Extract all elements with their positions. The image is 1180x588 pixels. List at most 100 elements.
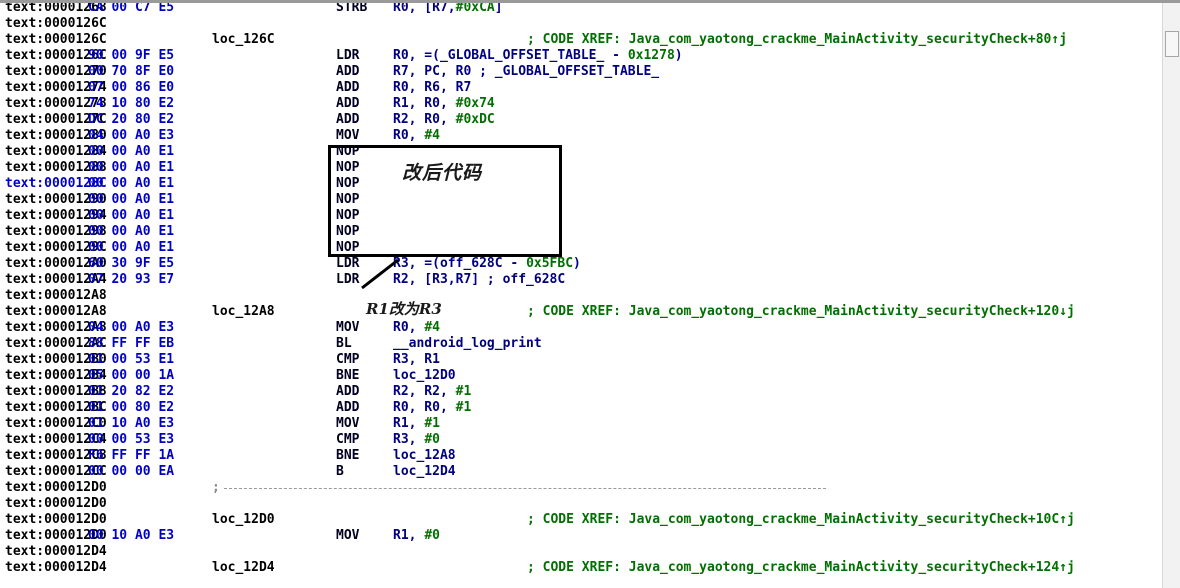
disasm-line[interactable]: text:000012C4 00 00 53 E3 CMP R3, #0 bbox=[0, 432, 1162, 448]
line-opcode-bytes: 04 00 A0 E3 bbox=[88, 128, 175, 143]
disasm-line[interactable]: text:000012A8 loc_12A8 ; CODE XREF: Java_c… bbox=[0, 304, 1162, 320]
operand-text: R0, bbox=[393, 128, 425, 143]
operand-immediate: 0x5FBC bbox=[526, 256, 574, 271]
line-opcode-bytes: DC 20 80 E2 bbox=[88, 112, 175, 127]
disasm-line[interactable]: text:00001278 74 10 80 E2 ADD R1, R0, #0x74 bbox=[0, 96, 1162, 112]
operand-text: R0, [R7, bbox=[393, 3, 456, 15]
disasm-line[interactable]: text:000012A8 bbox=[0, 288, 1162, 304]
disasm-line[interactable]: text:000012D0 00 10 A0 E3 MOV R1, #0 bbox=[0, 528, 1162, 544]
operand-text: R3, bbox=[393, 432, 425, 447]
xref-comment[interactable]: ; CODE XREF: Java_com_yaotong_crackme_Ma… bbox=[527, 32, 1067, 48]
disasm-line[interactable]: text:000012A4 07 20 93 E7 LDR R2, [R3,R7] ;… bbox=[0, 272, 1162, 288]
disasm-line[interactable]: text:0000126C bbox=[0, 16, 1162, 32]
nop-block-annotation-label: 改后代码 bbox=[402, 162, 483, 184]
line-opcode-bytes: 00 00 A0 E1 bbox=[88, 192, 175, 207]
line-address: text:000012A8 bbox=[5, 288, 107, 303]
code-label[interactable]: loc_12A8 bbox=[212, 304, 275, 320]
disasm-line[interactable]: text:00001280 04 00 A0 E3 MOV R0, #4 bbox=[0, 128, 1162, 144]
disasm-line[interactable]: text:000012A8 04 00 A0 E3 MOV R0, #4 bbox=[0, 320, 1162, 336]
disasm-line[interactable]: text:00001298 00 00 A0 E1 NOP bbox=[0, 224, 1162, 240]
operand-text: R0, bbox=[393, 320, 425, 335]
instruction-operands: R2, R0, #0xDC bbox=[393, 112, 495, 128]
disasm-line[interactable]: text:000012B0 01 00 53 E1 CMP R3, R1 bbox=[0, 352, 1162, 368]
disasm-line[interactable]: text:00001288 00 00 A0 E1 NOP bbox=[0, 160, 1162, 176]
vertical-scrollbar-track[interactable] bbox=[1162, 3, 1180, 588]
line-address: text:0000126C bbox=[5, 16, 107, 31]
vertical-scrollbar-thumb[interactable] bbox=[1165, 31, 1179, 57]
line-opcode-bytes: 07 20 93 E7 bbox=[88, 272, 175, 287]
disasm-line[interactable]: text:000012D0 bbox=[0, 496, 1162, 512]
disasm-line[interactable]: text:000012D4 loc_12D4 ; CODE XREF: Java_c… bbox=[0, 560, 1162, 576]
disasm-line[interactable]: text:000012D0; bbox=[0, 480, 1162, 496]
line-opcode-bytes: 00 00 00 EA bbox=[88, 464, 175, 479]
instruction-operands: R1, #1 bbox=[393, 416, 440, 432]
instruction-operands: R0, =(_GLOBAL_OFFSET_TABLE_ - 0x1278) bbox=[393, 48, 683, 64]
disasm-line[interactable]: text:000012B4 05 00 00 1A BNE loc_12D0 bbox=[0, 368, 1162, 384]
disasm-line[interactable]: text:0000126C 90 00 9F E5 LDR R0, =(_GLOBAL… bbox=[0, 48, 1162, 64]
instruction-mnemonic: BNE bbox=[336, 368, 360, 383]
disasm-line[interactable]: text:0000128C 00 00 A0 E1 NOP bbox=[0, 176, 1162, 192]
code-label[interactable]: loc_12D4 bbox=[212, 560, 275, 576]
code-label[interactable]: loc_126C bbox=[212, 32, 275, 48]
disasm-line[interactable]: text:0000129C 00 00 A0 E1 NOP bbox=[0, 240, 1162, 256]
disasm-line[interactable]: text:000012C8 F6 FF FF 1A BNE loc_12A8 bbox=[0, 448, 1162, 464]
disasm-line[interactable]: text:0000127C DC 20 80 E2 ADD R2, R0, #0xDC bbox=[0, 112, 1162, 128]
disasm-line[interactable]: text:00001274 07 00 86 E0 ADD R0, R6, R7 bbox=[0, 80, 1162, 96]
disasm-line[interactable]: text:0000126C loc_126C ; CODE XREF: Java_c… bbox=[0, 32, 1162, 48]
instruction-mnemonic: BNE bbox=[336, 448, 360, 463]
operand-immediate: #1 bbox=[455, 400, 472, 415]
instruction-mnemonic: NOP bbox=[336, 192, 360, 207]
instruction-mnemonic: ADD bbox=[336, 400, 360, 415]
disasm-line[interactable]: text:000012CC 00 00 00 EA Bloc_12D4 bbox=[0, 464, 1162, 480]
disasm-line[interactable]: text:00001268 CA 00 C7 E5 STRB R0, [R7,#0xC… bbox=[0, 3, 1162, 16]
line-opcode-bytes: F6 FF FF 1A bbox=[88, 448, 175, 463]
disasm-line[interactable]: text:00001284 00 00 A0 E1 NOP bbox=[0, 144, 1162, 160]
disasm-line[interactable]: text:000012D0 loc_12D0 ; CODE XREF: Java_c… bbox=[0, 512, 1162, 528]
disasm-line[interactable]: text:00001270 00 70 8F E0 ADD R7, PC, R0 ; … bbox=[0, 64, 1162, 80]
xref-comment[interactable]: ; CODE XREF: Java_com_yaotong_crackme_Ma… bbox=[527, 560, 1075, 576]
line-opcode-bytes: 07 00 86 E0 bbox=[88, 80, 175, 95]
instruction-operands: __android_log_print bbox=[393, 336, 542, 352]
disasm-line[interactable]: text:000012AC 88 FF FF EB BL __android_log_… bbox=[0, 336, 1162, 352]
line-opcode-bytes: 60 30 9F E5 bbox=[88, 256, 175, 271]
operand-text: R0, R6, R7 bbox=[393, 80, 472, 95]
operand-immediate: #0x74 bbox=[455, 96, 495, 111]
disasm-line[interactable]: text:000012C0 01 10 A0 E3 MOV R1, #1 bbox=[0, 416, 1162, 432]
instruction-operands: R2, R2, #1 bbox=[393, 384, 471, 400]
instruction-operands: R3, #0 bbox=[393, 432, 440, 448]
xref-comment[interactable]: ; CODE XREF: Java_com_yaotong_crackme_Ma… bbox=[527, 304, 1075, 320]
operand-text: loc_12A8 bbox=[393, 448, 456, 463]
disasm-line[interactable]: text:000012D4 bbox=[0, 544, 1162, 560]
disasm-line[interactable]: text:000012A0 60 30 9F E5 LDR R3, =(off_628… bbox=[0, 256, 1162, 272]
instruction-mnemonic: NOP bbox=[336, 144, 360, 159]
xref-comment[interactable]: ; CODE XREF: Java_com_yaotong_crackme_Ma… bbox=[527, 512, 1075, 528]
instruction-mnemonic: ADD bbox=[336, 96, 360, 111]
operand-text: R0, =(_GLOBAL_OFFSET_TABLE_ - bbox=[393, 48, 628, 63]
operand-text: R1, bbox=[393, 528, 425, 543]
line-address: text:000012D0 bbox=[5, 512, 107, 527]
instruction-operands: R0, #4 bbox=[393, 320, 440, 336]
operand-immediate: #0xDC bbox=[455, 112, 495, 127]
operand-immediate: #1 bbox=[455, 384, 472, 399]
disasm-line[interactable]: text:000012BC 01 00 80 E2 ADD R0, R0, #1 bbox=[0, 400, 1162, 416]
disasm-line[interactable]: text:00001290 00 00 A0 E1 NOP bbox=[0, 192, 1162, 208]
line-opcode-bytes: 04 00 A0 E3 bbox=[88, 320, 175, 335]
operand-text: __android_log_print bbox=[393, 336, 542, 351]
disasm-line[interactable]: text:000012B8 01 20 82 E2 ADD R2, R2, #1 bbox=[0, 384, 1162, 400]
instruction-mnemonic: STRB bbox=[336, 3, 368, 15]
operand-text: R3, R1 bbox=[393, 352, 440, 367]
line-opcode-bytes: 88 FF FF EB bbox=[88, 336, 175, 351]
instruction-mnemonic: ADD bbox=[336, 384, 360, 399]
disasm-line[interactable]: text:00001294 00 00 A0 E1 NOP bbox=[0, 208, 1162, 224]
line-opcode-bytes: 01 10 A0 E3 bbox=[88, 416, 175, 431]
code-label[interactable]: loc_12D0 bbox=[212, 512, 275, 528]
line-opcode-bytes: 00 00 A0 E1 bbox=[88, 144, 175, 159]
instruction-mnemonic: LDR bbox=[336, 272, 360, 287]
line-opcode-bytes: 01 00 80 E2 bbox=[88, 400, 175, 415]
operand-text: loc_12D0 bbox=[393, 368, 456, 383]
line-opcode-bytes: 00 00 A0 E1 bbox=[88, 224, 175, 239]
disassembly-view[interactable]: text:00001268 CA 00 C7 E5 STRB R0, [R7,#0xC… bbox=[0, 3, 1162, 588]
operand-text: R1, R0, bbox=[393, 96, 456, 111]
operand-text: R1, bbox=[393, 416, 425, 431]
instruction-operands: R1, R0, #0x74 bbox=[393, 96, 495, 112]
